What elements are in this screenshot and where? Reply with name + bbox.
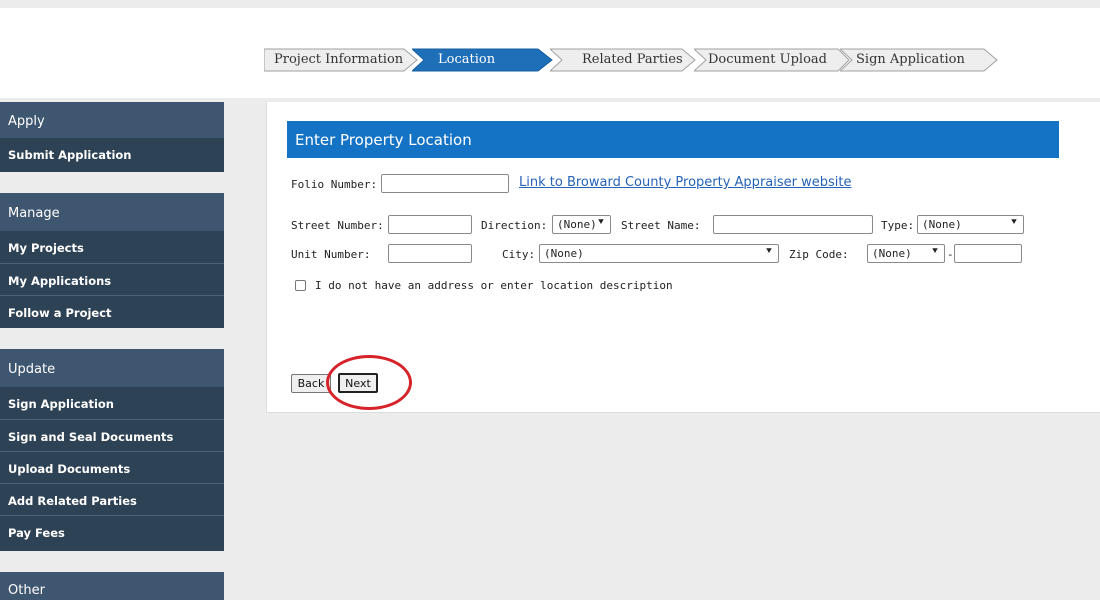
- sidebar-item-add-related-parties[interactable]: Add Related Parties: [0, 483, 224, 515]
- city-select-value: (None): [544, 247, 584, 260]
- sidebar-group-other: Other: [0, 572, 224, 600]
- wizard-step-sign-application[interactable]: Sign Application: [840, 46, 998, 74]
- city-label: City:: [502, 248, 536, 261]
- direction-select[interactable]: (None) ⯆: [552, 215, 611, 234]
- unit-number-input[interactable]: [388, 244, 472, 263]
- sidebar-group-update: Update Sign Application Sign and Seal Do…: [0, 349, 224, 551]
- sidebar-item-my-applications[interactable]: My Applications: [0, 263, 224, 295]
- sidebar-item-follow-a-project[interactable]: Follow a Project: [0, 295, 224, 327]
- direction-select-value: (None): [557, 218, 597, 231]
- wizard-step-related-parties[interactable]: Related Parties: [550, 46, 696, 74]
- direction-label: Direction:: [481, 219, 548, 232]
- sidebar-heading-apply: Apply: [0, 102, 224, 138]
- form-title: Enter Property Location: [287, 121, 1059, 158]
- type-select-value: (None): [922, 218, 962, 231]
- chevron-down-icon: ⯆: [765, 246, 773, 257]
- wizard-step-location[interactable]: Location: [412, 46, 554, 74]
- property-appraiser-link[interactable]: Link to Broward County Property Appraise…: [519, 175, 851, 190]
- zip-separator: -: [947, 248, 954, 261]
- sidebar-group-manage: Manage My Projects My Applications Follo…: [0, 193, 224, 328]
- wizard-step-label: Related Parties: [582, 52, 683, 67]
- sidebar-heading-update: Update: [0, 349, 224, 387]
- zip-code-select-value: (None): [872, 247, 912, 260]
- zip-extension-input[interactable]: [954, 244, 1022, 263]
- chevron-down-icon: ⯆: [931, 246, 939, 257]
- city-select[interactable]: (None) ⯆: [539, 244, 779, 263]
- wizard-step-label: Document Upload: [708, 52, 827, 67]
- no-address-label: I do not have an address or enter locati…: [315, 279, 673, 292]
- folio-number-label: Folio Number:: [291, 178, 378, 191]
- highlight-circle-annotation: [326, 355, 412, 410]
- sidebar-heading-manage: Manage: [0, 193, 224, 231]
- back-button[interactable]: Back: [291, 374, 331, 393]
- folio-number-input[interactable]: [381, 174, 509, 193]
- sidebar-item-sign-application[interactable]: Sign Application: [0, 387, 224, 419]
- zip-code-label: Zip Code:: [789, 248, 849, 261]
- unit-number-label: Unit Number:: [291, 248, 371, 261]
- sidebar-item-upload-documents[interactable]: Upload Documents: [0, 451, 224, 483]
- type-label: Type:: [881, 219, 915, 232]
- no-address-checkbox[interactable]: [295, 280, 306, 291]
- street-name-input[interactable]: [713, 215, 873, 234]
- sidebar-item-sign-and-seal-documents[interactable]: Sign and Seal Documents: [0, 419, 224, 451]
- wizard-step-label: Project Information: [274, 52, 404, 67]
- chevron-down-icon: ⯆: [1010, 217, 1018, 228]
- type-select[interactable]: (None) ⯆: [917, 215, 1024, 234]
- street-number-input[interactable]: [388, 215, 472, 234]
- wizard-steps: Project Information Location Related Par…: [264, 46, 1004, 74]
- wizard-step-label: Location: [438, 52, 496, 67]
- wizard-step-project-information[interactable]: Project Information: [264, 46, 418, 74]
- street-name-label: Street Name:: [621, 219, 701, 232]
- sidebar-item-submit-application[interactable]: Submit Application: [0, 138, 224, 170]
- sidebar-item-my-projects[interactable]: My Projects: [0, 231, 224, 263]
- sidebar-item-pay-fees[interactable]: Pay Fees: [0, 515, 224, 547]
- sidebar-heading-other: Other: [0, 572, 224, 600]
- street-number-label: Street Number:: [291, 219, 384, 232]
- zip-code-select[interactable]: (None) ⯆: [867, 244, 945, 263]
- chevron-down-icon: ⯆: [597, 217, 605, 228]
- sidebar-group-apply: Apply Submit Application: [0, 102, 224, 172]
- wizard-step-label: Sign Application: [856, 52, 965, 67]
- wizard-step-document-upload[interactable]: Document Upload: [694, 46, 850, 74]
